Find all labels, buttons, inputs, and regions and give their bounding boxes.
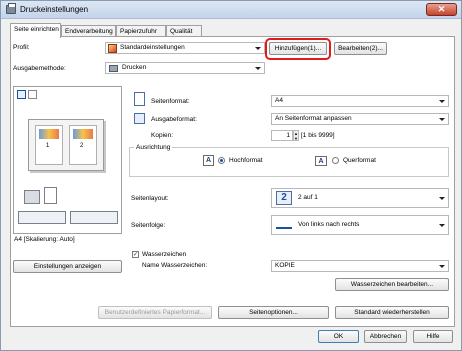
copies-range: [1 bis 9999] [301,132,335,139]
chevron-down-icon [439,197,445,200]
preview-sheet: 1 2 [28,119,104,171]
preview-page-2: 2 [69,125,97,165]
show-settings-button[interactable]: Einstellungen anzeigen [13,260,122,273]
arrow-right-icon [276,221,292,229]
highlight-annotation [265,38,331,60]
chevron-down-icon [439,118,445,121]
window-title: Druckeinstellungen [20,5,89,14]
page-2-number: 2 [80,143,84,149]
preview-page-1: 1 [35,125,63,165]
printer-icon [6,3,16,14]
chevron-down-icon [255,47,261,50]
output-size-value: An Seitenformat anpassen [275,115,352,122]
edit-profile-button[interactable]: Bearbeiten(2)... [334,42,387,55]
page-preview: 1 2 [13,86,122,234]
binding-right-icon[interactable] [70,211,118,224]
watermark-name-value: KOPIE [275,262,295,269]
output-size-label: Ausgabeformat: [151,116,197,123]
page-layout-value: 2 auf 1 [298,194,318,201]
watermark-checkbox[interactable]: ✓ [132,251,139,258]
restore-defaults-button[interactable]: Standard wiederherstellen [335,306,449,319]
landscape-label: Querformat [343,157,376,164]
copies-label: Kopien: [151,132,174,139]
tab-page-setup[interactable]: Seite einrichten [10,23,61,38]
page-size-label: Seitenformat: [151,98,190,105]
landscape-radio[interactable] [332,157,339,164]
custom-paper-size-button[interactable]: Benutzerdefiniertes Papierformat... [98,306,212,319]
chevron-down-icon [255,67,261,70]
preview-list-icon[interactable] [28,90,37,99]
page-layout-icon: 2 [276,191,292,205]
profile-value: Standardeinstellungen [120,44,185,51]
orientation-group [129,147,449,177]
copies-stepper[interactable]: ▲ ▼ [293,130,299,141]
page-layout-select[interactable]: 2 2 auf 1 [271,188,449,208]
help-button[interactable]: Hilfe [413,330,453,343]
page-order-select[interactable]: Von links nach rechts [271,215,449,235]
page-2-graphic [73,129,93,139]
preview-toggle-icon[interactable] [17,90,26,99]
close-button[interactable]: ✕ [426,3,457,16]
page-size-icon [134,92,145,106]
output-method-value: Drucken [122,64,147,71]
page-order-value: Von links nach rechts [298,221,360,228]
output-method-label: Ausgabemethode: [13,65,66,72]
watermark-label: Wasserzeichen [142,251,187,258]
copies-input[interactable]: 1 [271,130,293,141]
stack-icon [24,190,40,204]
page-order-label: Seitenfolge: [131,222,166,229]
page-size-select[interactable]: A4 [271,95,449,107]
document-icon [44,187,57,204]
landscape-icon: A [315,156,327,166]
chevron-down-icon [439,224,445,227]
watermark-name-label: Name Wasserzeichen: [142,262,208,269]
output-size-icon [134,113,145,124]
chevron-down-icon [439,100,445,103]
profile-label: Profil: [13,44,30,51]
printer-small-icon [109,65,118,72]
page-1-graphic [39,129,59,139]
binding-left-icon[interactable] [18,211,66,224]
preview-status: A4 [Skalierung: Auto] [14,236,75,243]
profile-icon [108,44,117,53]
output-method-select[interactable]: Drucken [105,62,265,74]
portrait-radio[interactable] [218,157,225,164]
title-bar: Druckeinstellungen ✕ [1,1,461,19]
page-options-button[interactable]: Seitenoptionen... [218,306,329,319]
cancel-button[interactable]: Abbrechen [364,330,407,343]
portrait-label: Hochformat [229,157,263,164]
page-size-value: A4 [275,97,283,104]
ok-button[interactable]: OK [318,330,359,343]
edit-watermark-button[interactable]: Wasserzeichen bearbeiten... [335,278,449,291]
watermark-name-select[interactable]: KOPIE [271,260,449,272]
profile-select[interactable]: Standardeinstellungen [105,42,265,54]
chevron-down-icon [439,265,445,268]
output-size-select[interactable]: An Seitenformat anpassen [271,113,449,125]
portrait-icon: A [203,155,214,166]
page-layout-label: Seitenlayout: [131,195,169,202]
orientation-group-label: Ausrichtung [134,144,173,151]
print-settings-dialog: Druckeinstellungen ✕ Seite einrichten En… [0,0,462,351]
page-1-number: 1 [46,143,50,149]
